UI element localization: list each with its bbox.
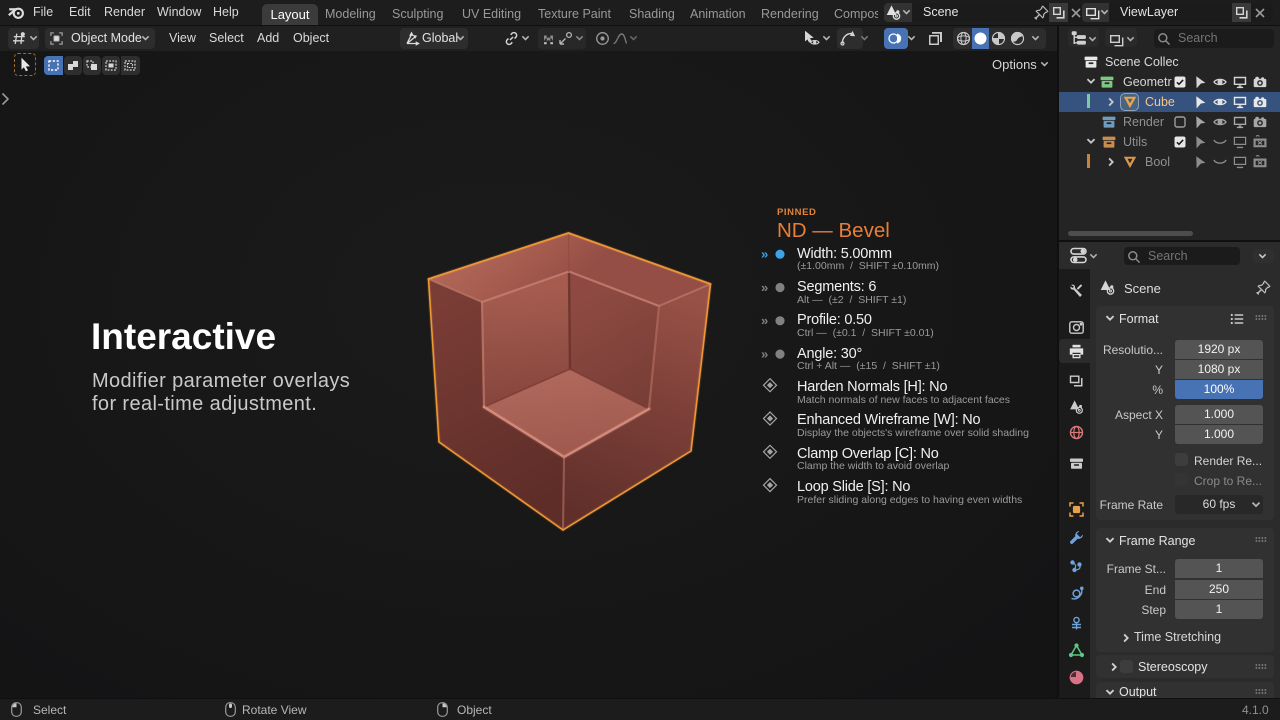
svg-text:»: » bbox=[761, 280, 768, 295]
svg-text:»: » bbox=[761, 347, 768, 362]
svg-text:»: » bbox=[761, 247, 768, 262]
svg-text:»: » bbox=[761, 313, 768, 328]
